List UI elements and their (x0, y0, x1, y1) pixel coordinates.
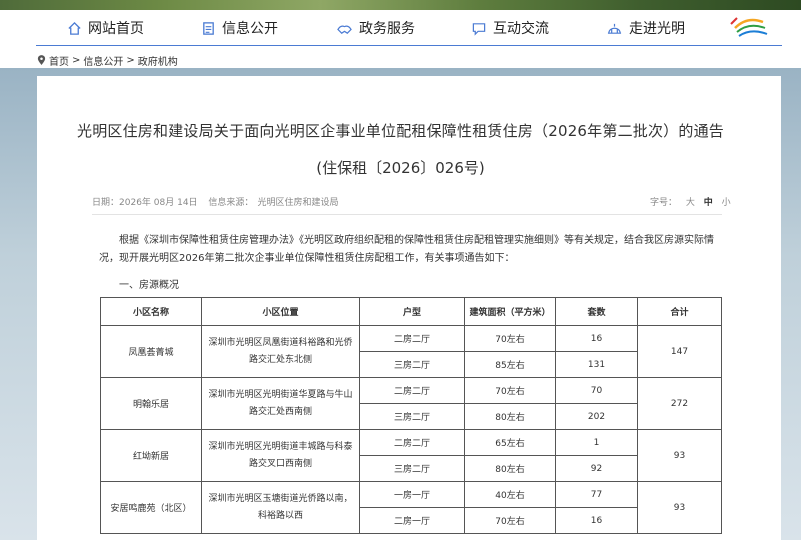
estate-name: 安居鸣鹿苑（北区） (100, 481, 202, 534)
estate-name: 明翰乐居 (100, 377, 202, 430)
meta-divider (92, 214, 722, 215)
nav-info[interactable]: 信息公开 (201, 10, 278, 46)
date-label: 日期： (92, 198, 120, 208)
table-header: 户型 (359, 297, 465, 326)
breadcrumb-home[interactable]: 首页 (49, 53, 69, 68)
unit-type: 二房一厅 (359, 507, 465, 534)
article-meta: 日期：2026年 08月 14日 信息来源： 光明区住房和建设局 (92, 195, 346, 208)
table-row: 明翰乐居 深圳市光明区光明街道华夏路与牛山路交汇处西南侧 二房二厅 70左右 7… (100, 377, 722, 430)
source-label: 信息来源： (208, 198, 254, 208)
service-icon (337, 24, 352, 34)
nav-info-label: 信息公开 (222, 21, 278, 37)
publish-date: 2026年 08月 14日 (119, 198, 198, 208)
nav-interact[interactable]: 互动交流 (471, 10, 549, 46)
nav-service-label: 政务服务 (359, 21, 415, 37)
table-header-row: 小区名称 小区位置 户型 建筑面积（平方米） 套数 合计 (100, 297, 722, 326)
table-header: 套数 (555, 297, 638, 326)
unit-count: 92 (555, 455, 638, 482)
section-heading: 一、房源概况 (119, 280, 179, 291)
article-title: 光明区住房和建设局关于面向光明区企事业单位配租保障性租赁住房（2026年第二批次… (77, 122, 724, 140)
table-row: 安居鸣鹿苑（北区） 深圳市光明区玉塘街道光侨路以南，科裕路以西 一房一厅 40左… (100, 481, 722, 534)
unit-area: 85左右 (464, 351, 556, 378)
estate-name: 凤凰荟菁城 (100, 325, 202, 378)
font-size-label: 字号： (650, 198, 678, 208)
nav-home-label: 网站首页 (88, 21, 144, 37)
table-header: 小区名称 (100, 297, 202, 326)
estate-total: 272 (637, 377, 722, 430)
unit-count: 131 (555, 351, 638, 378)
unit-type: 三房二厅 (359, 403, 465, 430)
unit-area: 65左右 (464, 429, 556, 456)
estate-location: 深圳市光明区光明街道华夏路与牛山路交汇处西南侧 (201, 377, 360, 430)
unit-area: 70左右 (464, 325, 556, 352)
estate-location: 深圳市光明区凤凰街道科裕路和光侨路交汇处东北侧 (201, 325, 360, 378)
unit-count: 70 (555, 377, 638, 404)
breadcrumb: 首页 > 信息公开 > 政府机构 (37, 52, 181, 68)
unit-count: 1 (555, 429, 638, 456)
unit-count: 202 (555, 403, 638, 430)
table-header: 建筑面积（平方米） (464, 297, 556, 326)
breadcrumb-org[interactable]: 政府机构 (138, 53, 178, 68)
estate-location: 深圳市光明区光明街道丰城路与科泰路交叉口西南侧 (201, 429, 360, 482)
estate-total: 93 (637, 429, 722, 482)
nav-service[interactable]: 政务服务 (336, 10, 415, 46)
font-small-button[interactable]: 小 (722, 198, 731, 208)
unit-type: 三房二厅 (359, 455, 465, 482)
unit-count: 16 (555, 507, 638, 534)
estate-total: 147 (637, 325, 722, 378)
font-size-switcher: 字号： 大 中 小 (650, 195, 731, 208)
city-icon (607, 23, 622, 34)
breadcrumb-sep: > (72, 54, 81, 66)
unit-type: 一房一厅 (359, 481, 465, 508)
nav-divider (36, 45, 782, 46)
unit-area: 80左右 (464, 403, 556, 430)
chat-icon (472, 22, 486, 36)
home-icon (68, 21, 81, 35)
table-row: 凤凰荟菁城 深圳市光明区凤凰街道科裕路和光侨路交汇处东北侧 二房二厅 70左右 … (100, 325, 722, 378)
table-row: 红坳新居 深圳市光明区光明街道丰城路与科泰路交叉口西南侧 二房二厅 65左右 1… (100, 429, 722, 482)
table-header: 合计 (637, 297, 722, 326)
nav-home[interactable]: 网站首页 (67, 10, 144, 46)
table-header: 小区位置 (201, 297, 360, 326)
nav-city-label: 走进光明 (629, 21, 685, 37)
unit-type: 二房二厅 (359, 377, 465, 404)
article-doc-number: (住保租〔2026〕026号) (316, 159, 485, 177)
housing-table: 小区名称 小区位置 户型 建筑面积（平方米） 套数 合计 凤凰荟菁城 深圳市光明… (100, 297, 722, 534)
top-banner-image (0, 0, 801, 10)
nav-interact-label: 互动交流 (493, 21, 549, 37)
unit-type: 二房二厅 (359, 429, 465, 456)
estate-total: 93 (637, 481, 722, 534)
district-logo (730, 17, 768, 37)
location-pin-icon (37, 54, 46, 65)
unit-area: 70左右 (464, 377, 556, 404)
unit-area: 80左右 (464, 455, 556, 482)
estate-name: 红坳新居 (100, 429, 202, 482)
nav-city[interactable]: 走进光明 (606, 10, 685, 46)
unit-area: 40左右 (464, 481, 556, 508)
unit-type: 二房二厅 (359, 325, 465, 352)
unit-count: 77 (555, 481, 638, 508)
source-value: 光明区住房和建设局 (257, 198, 339, 208)
breadcrumb-sep: > (126, 54, 135, 66)
estate-location: 深圳市光明区玉塘街道光侨路以南，科裕路以西 (201, 481, 360, 534)
font-medium-button[interactable]: 中 (704, 198, 713, 208)
unit-count: 16 (555, 325, 638, 352)
article-intro: 根据《深圳市保障性租赁住房管理办法》《光明区政府组织配租的保障性租赁住房配租管理… (99, 235, 714, 264)
unit-area: 70左右 (464, 507, 556, 534)
unit-type: 三房二厅 (359, 351, 465, 378)
document-icon (203, 21, 214, 35)
font-large-button[interactable]: 大 (686, 198, 695, 208)
breadcrumb-info[interactable]: 信息公开 (83, 53, 123, 68)
